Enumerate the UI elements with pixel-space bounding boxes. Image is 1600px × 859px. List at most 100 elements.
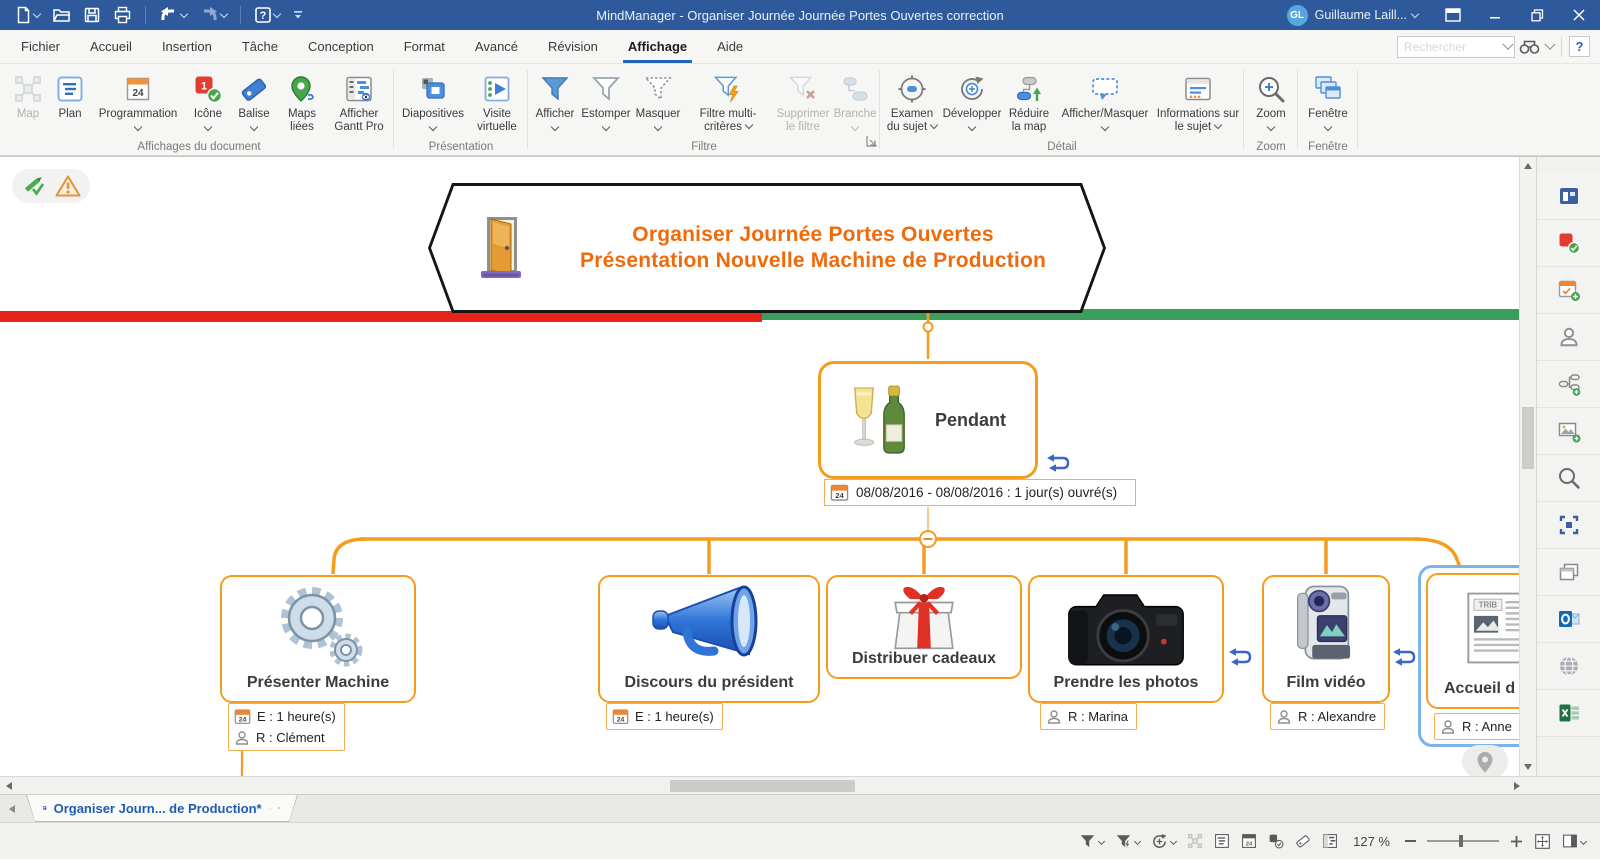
undo-button[interactable] bbox=[155, 4, 191, 26]
icone-button[interactable]: 1 Icône bbox=[185, 68, 231, 140]
examen-du-sujet-button[interactable]: Examen du sujet bbox=[883, 68, 941, 140]
tab-conception[interactable]: Conception bbox=[293, 30, 389, 63]
topic-prendre-photos[interactable]: Prendre les photos bbox=[1028, 575, 1224, 703]
topic-pendant[interactable]: Pendant bbox=[818, 361, 1038, 479]
new-document-button[interactable] bbox=[10, 4, 44, 26]
afficher-gantt-pro-button[interactable]: Afficher Gantt Pro bbox=[327, 68, 391, 140]
map-canvas[interactable]: Organiser Journée Portes Ouvertes Présen… bbox=[0, 157, 1536, 776]
rail-map-parts[interactable] bbox=[1537, 361, 1600, 408]
status-map-view-button[interactable] bbox=[1187, 833, 1203, 849]
tab-tache[interactable]: Tâche bbox=[227, 30, 293, 63]
redo-button[interactable] bbox=[195, 4, 231, 26]
rail-resources[interactable] bbox=[1537, 314, 1600, 361]
rail-task-info[interactable] bbox=[1537, 267, 1600, 314]
fenetre-button[interactable]: Fenêtre bbox=[1301, 68, 1355, 140]
document-tab[interactable]: Organiser Journ... de Production* bbox=[26, 795, 298, 822]
filtre-multi-criteres-button[interactable]: Filtre multi-critères bbox=[683, 68, 773, 140]
tab-insertion[interactable]: Insertion bbox=[147, 30, 227, 63]
tab-scroll-left-arrow[interactable] bbox=[9, 805, 15, 813]
zoom-in-button[interactable] bbox=[1510, 835, 1523, 848]
tab-fichier[interactable]: Fichier bbox=[6, 30, 75, 63]
binoculars-icon[interactable] bbox=[1519, 39, 1541, 55]
panel-toggle-button[interactable] bbox=[1562, 833, 1586, 849]
search-input[interactable] bbox=[1397, 36, 1515, 58]
chevron-down-icon[interactable] bbox=[1411, 9, 1419, 17]
tab-format[interactable]: Format bbox=[389, 30, 460, 63]
status-outline-view-button[interactable] bbox=[1214, 833, 1230, 849]
photos-info[interactable]: R : Marina bbox=[1040, 703, 1137, 730]
reduire-la-map-button[interactable]: Réduire la map bbox=[1003, 68, 1055, 140]
pendant-date-info[interactable]: 08/08/2016 - 08/08/2016 : 1 jour(s) ouvr… bbox=[824, 479, 1136, 506]
rail-map-parts-panel[interactable] bbox=[1537, 173, 1600, 220]
rail-excel[interactable] bbox=[1537, 690, 1600, 737]
central-topic[interactable]: Organiser Journée Portes Ouvertes Présen… bbox=[428, 183, 1106, 313]
status-tags-view-button[interactable] bbox=[1295, 833, 1311, 849]
chevron-down-icon[interactable] bbox=[1544, 38, 1555, 49]
maps-liees-button[interactable]: Maps liées bbox=[277, 68, 327, 140]
topic-distribuer-cadeaux[interactable]: Distribuer cadeaux bbox=[826, 575, 1022, 679]
rail-capture[interactable] bbox=[1537, 502, 1600, 549]
print-button[interactable] bbox=[109, 4, 136, 26]
float-tab-icon[interactable] bbox=[269, 803, 272, 814]
afficher-masquer-button[interactable]: Afficher/Masquer bbox=[1055, 68, 1155, 140]
rail-image-library[interactable] bbox=[1537, 408, 1600, 455]
customize-toolbar-button[interactable] bbox=[288, 7, 308, 23]
rail-web[interactable] bbox=[1537, 643, 1600, 690]
rail-outlook[interactable] bbox=[1537, 596, 1600, 643]
plan-view-button[interactable]: Plan bbox=[49, 68, 91, 140]
edit-check-icon[interactable] bbox=[21, 175, 47, 197]
zoom-button[interactable]: Zoom bbox=[1247, 68, 1295, 140]
avatar[interactable]: GL bbox=[1287, 5, 1308, 26]
rail-icons-marker[interactable] bbox=[1537, 220, 1600, 267]
presenter-machine-info[interactable]: E : 1 heure(s) R : Clément bbox=[228, 703, 345, 751]
zoom-slider[interactable] bbox=[1427, 840, 1499, 842]
status-gantt-view-button[interactable] bbox=[1322, 833, 1338, 849]
status-icons-view-button[interactable] bbox=[1268, 833, 1284, 849]
supprimer-filtre-button[interactable]: Supprimer le filtre bbox=[773, 68, 833, 140]
help-menu-button[interactable]: ? bbox=[250, 4, 284, 26]
user-name[interactable]: Guillaume Laill... bbox=[1315, 8, 1407, 22]
developper-button[interactable]: Développer bbox=[941, 68, 1003, 140]
rail-search[interactable] bbox=[1537, 455, 1600, 502]
filtre-estomper-button[interactable]: Estomper bbox=[579, 68, 633, 140]
help-button[interactable]: ? bbox=[1569, 36, 1590, 57]
discours-info[interactable]: E : 1 heure(s) bbox=[606, 703, 723, 730]
restore-button[interactable] bbox=[1516, 0, 1558, 30]
close-tab-icon[interactable] bbox=[278, 803, 281, 813]
ribbon-display-button[interactable] bbox=[1432, 0, 1474, 30]
open-button[interactable] bbox=[48, 4, 75, 26]
filtre-masquer-button[interactable]: Masquer bbox=[633, 68, 683, 140]
horizontal-scroll-thumb[interactable] bbox=[670, 780, 855, 792]
relationship-icon[interactable] bbox=[1392, 647, 1418, 667]
visite-virtuelle-button[interactable]: Visite virtuelle bbox=[469, 68, 525, 140]
status-refresh-button[interactable] bbox=[1151, 833, 1176, 850]
topic-presenter-machine[interactable]: Présenter Machine bbox=[220, 575, 416, 703]
tab-revision[interactable]: Révision bbox=[533, 30, 613, 63]
vertical-scrollbar[interactable] bbox=[1519, 157, 1536, 776]
tab-accueil[interactable]: Accueil bbox=[75, 30, 147, 63]
vertical-scroll-thumb[interactable] bbox=[1522, 407, 1534, 469]
diapositives-button[interactable]: Diapositives bbox=[397, 68, 469, 140]
balise-button[interactable]: Balise bbox=[231, 68, 277, 140]
close-button[interactable] bbox=[1558, 0, 1600, 30]
tab-avance[interactable]: Avancé bbox=[460, 30, 533, 63]
topic-film-video[interactable]: Film vidéo bbox=[1262, 575, 1390, 703]
horizontal-scrollbar[interactable] bbox=[0, 776, 1600, 794]
map-view-button[interactable]: Map bbox=[7, 68, 49, 140]
scroll-left-arrow[interactable] bbox=[6, 782, 12, 790]
minimize-button[interactable] bbox=[1474, 0, 1516, 30]
status-filter-button[interactable] bbox=[1079, 833, 1104, 850]
status-schedule-view-button[interactable]: 24 bbox=[1241, 833, 1257, 849]
tab-affichage[interactable]: Affichage bbox=[613, 30, 702, 63]
zoom-out-button[interactable] bbox=[1405, 840, 1416, 842]
tab-aide[interactable]: Aide bbox=[702, 30, 758, 63]
programmation-button[interactable]: 24 Programmation bbox=[91, 68, 185, 140]
film-info[interactable]: R : Alexandre bbox=[1270, 703, 1385, 730]
scroll-down-arrow[interactable] bbox=[1524, 764, 1532, 770]
scroll-up-arrow[interactable] bbox=[1524, 163, 1532, 169]
rail-windows[interactable] bbox=[1537, 549, 1600, 596]
relationship-icon[interactable] bbox=[1046, 453, 1072, 473]
zoom-slider-handle[interactable] bbox=[1459, 835, 1463, 847]
warning-icon[interactable] bbox=[55, 174, 81, 198]
scroll-right-arrow[interactable] bbox=[1514, 782, 1520, 790]
